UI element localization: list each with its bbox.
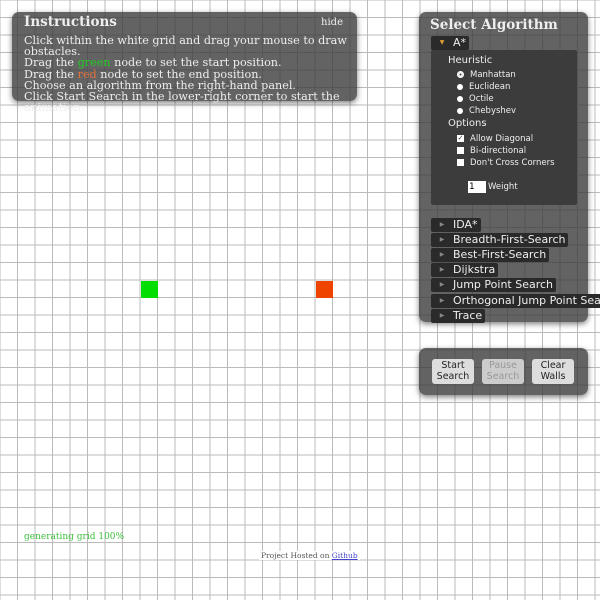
- instructions-panel: Instructions hide Click within the white…: [12, 12, 357, 113]
- label: Jump Point Search: [453, 278, 554, 292]
- instruction-line: Click Start Search in the lower-right co…: [24, 90, 340, 115]
- label: Don't Cross Corners: [470, 158, 555, 168]
- label: Octile: [469, 94, 494, 104]
- algorithm-header-orthogonal-jump-point-search[interactable]: ▶ Orthogonal Jump Point Search: [431, 293, 600, 308]
- weight-input[interactable]: 1: [468, 181, 486, 193]
- instructions-title: Instructions: [24, 14, 117, 30]
- checkbox-icon: [457, 159, 464, 166]
- algorithm-header-astar[interactable]: ▼ A*: [431, 36, 470, 50]
- radio-manhattan[interactable]: Manhattan: [457, 70, 516, 80]
- algorithm-panel-title: Select Algorithm: [430, 17, 558, 33]
- pause-search-button[interactable]: Pause Search: [482, 359, 524, 384]
- checkbox-checked-icon: ✓: [457, 134, 464, 142]
- label: Best-First-Search: [453, 248, 547, 262]
- astar-options: Heuristic Manhattan Euclidean Octile Che…: [431, 50, 577, 205]
- caret-right-icon: ▶: [439, 236, 445, 244]
- radio-icon: [457, 95, 463, 102]
- footer-text: Project Hosted on: [261, 551, 332, 560]
- footer: Project Hosted on Github: [259, 551, 360, 560]
- radio-icon: [457, 83, 463, 90]
- label: Dijkstra: [453, 263, 496, 277]
- algorithm-header-best-first-search[interactable]: ▶ Best-First-Search: [431, 248, 550, 263]
- radio-euclidean[interactable]: Euclidean: [457, 82, 510, 92]
- caret-right-icon: ▶: [439, 251, 445, 259]
- checkbox-bidirectional[interactable]: Bi-directional: [457, 146, 526, 156]
- algorithm-header-trace[interactable]: ▶ Trace: [431, 308, 486, 323]
- radio-octile[interactable]: Octile: [457, 94, 494, 104]
- label: Chebyshev: [469, 106, 517, 116]
- github-link[interactable]: Github: [332, 551, 358, 560]
- checkbox-dont-cross-corners[interactable]: Don't Cross Corners: [457, 158, 555, 168]
- caret-right-icon: ▶: [439, 266, 445, 274]
- algorithm-header-ida-[interactable]: ▶ IDA*: [431, 218, 481, 232]
- start-search-button[interactable]: Start Search: [432, 359, 474, 384]
- radio-chebyshev[interactable]: Chebyshev: [457, 106, 516, 116]
- label: Trace: [453, 308, 483, 322]
- status-text: generating grid 100%: [24, 532, 125, 542]
- caret-right-icon: ▶: [439, 221, 445, 228]
- clear-walls-button[interactable]: Clear Walls: [532, 359, 574, 384]
- label: IDA*: [453, 218, 478, 231]
- hide-instructions-button[interactable]: hide: [321, 17, 343, 28]
- caret-right-icon: ▶: [439, 311, 445, 319]
- caret-right-icon: ▶: [439, 296, 445, 304]
- checkbox-icon: [457, 147, 464, 154]
- control-panel: Start Search Pause Search Clear Walls: [419, 348, 588, 395]
- weight-label: Weight: [488, 182, 518, 192]
- label: Manhattan: [470, 70, 516, 80]
- algorithm-header-jump-point-search[interactable]: ▶ Jump Point Search: [431, 278, 557, 293]
- caret-right-icon: ▶: [439, 281, 445, 289]
- label: Bi-directional: [470, 146, 527, 156]
- radio-icon: [457, 107, 463, 114]
- label: Allow Diagonal: [470, 134, 534, 144]
- label: Orthogonal Jump Point Search: [453, 293, 600, 307]
- algorithm-panel: Select Algorithm ▼ A* Heuristic Manhattan…: [419, 12, 600, 323]
- checkbox-allow-diagonal[interactable]: ✓ Allow Diagonal: [457, 134, 533, 144]
- instruction-line: Click within the white grid and drag you…: [24, 34, 347, 59]
- options-label: Options: [448, 118, 487, 129]
- start-node[interactable]: [141, 281, 158, 298]
- caret-down-icon: ▼: [439, 39, 445, 46]
- end-node[interactable]: [316, 281, 333, 298]
- label: A*: [453, 36, 467, 49]
- heuristic-label: Heuristic: [448, 55, 493, 66]
- label: Breadth-First-Search: [453, 233, 566, 247]
- radio-icon: [457, 71, 464, 78]
- label: Euclidean: [469, 82, 511, 92]
- algorithm-header-breadth-first-search[interactable]: ▶ Breadth-First-Search: [431, 233, 569, 248]
- algorithm-header-dijkstra[interactable]: ▶ Dijkstra: [431, 263, 499, 278]
